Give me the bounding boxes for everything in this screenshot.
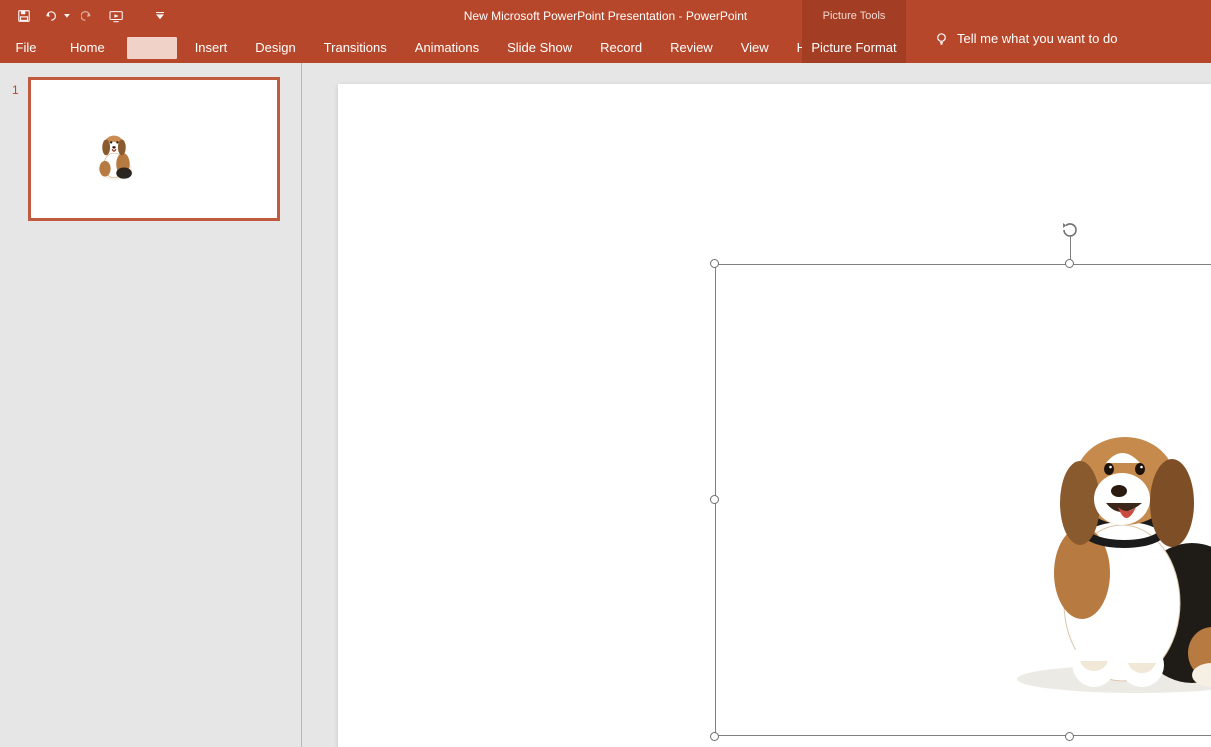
tab-animations[interactable]: Animations xyxy=(401,31,493,63)
qat-customize-icon[interactable] xyxy=(150,6,170,26)
ribbon-tabs: File Home Insert Design Transitions Anim… xyxy=(0,31,1211,63)
tab-home-label: Home xyxy=(70,40,105,55)
slide-thumbnail-1[interactable] xyxy=(29,78,279,220)
tab-home[interactable]: Home xyxy=(52,31,123,63)
work-area: 1 xyxy=(0,63,1211,747)
ribbon: File Home Insert Design Transitions Anim… xyxy=(0,31,1211,63)
tab-view[interactable]: View xyxy=(727,31,783,63)
tab-slide-show[interactable]: Slide Show xyxy=(493,31,586,63)
tab-review-label: Review xyxy=(670,40,713,55)
tab-file-label: File xyxy=(16,40,37,55)
title-bar: New Microsoft PowerPoint Presentation - … xyxy=(0,0,1211,31)
dog-image[interactable] xyxy=(1002,403,1211,693)
tab-animations-label: Animations xyxy=(415,40,479,55)
tab-insert-label: Insert xyxy=(195,40,228,55)
tab-picture-format-label: Picture Format xyxy=(811,40,896,55)
tab-record-label: Record xyxy=(600,40,642,55)
redo-icon[interactable] xyxy=(78,6,98,26)
tab-insert[interactable]: Insert xyxy=(181,31,242,63)
undo-icon[interactable] xyxy=(42,6,70,26)
window-title: New Microsoft PowerPoint Presentation - … xyxy=(0,9,1211,23)
tab-picture-format[interactable]: Picture Format xyxy=(802,31,906,63)
tab-unknown[interactable] xyxy=(127,37,177,59)
tab-design[interactable]: Design xyxy=(241,31,309,63)
start-from-beginning-icon[interactable] xyxy=(106,6,128,26)
dog-image-thumb xyxy=(85,125,143,181)
tab-review[interactable]: Review xyxy=(656,31,727,63)
tab-view-label: View xyxy=(741,40,769,55)
tab-transitions-label: Transitions xyxy=(324,40,387,55)
tab-design-label: Design xyxy=(255,40,295,55)
app-name: PowerPoint xyxy=(686,9,747,23)
save-icon[interactable] xyxy=(14,6,34,26)
slide-thumbnail-pane[interactable]: 1 xyxy=(0,63,302,747)
slide-edit-pane[interactable] xyxy=(302,63,1211,747)
slide-number-1: 1 xyxy=(12,83,19,97)
document-title: New Microsoft PowerPoint Presentation xyxy=(464,9,675,23)
quick-access-toolbar xyxy=(0,0,170,31)
tab-transitions[interactable]: Transitions xyxy=(310,31,401,63)
tab-record[interactable]: Record xyxy=(586,31,656,63)
tab-slide-show-label: Slide Show xyxy=(507,40,572,55)
contextual-tab-picture-tools: Picture Tools xyxy=(802,0,906,31)
contextual-tab-label: Picture Tools xyxy=(823,10,886,22)
tell-me[interactable]: Tell me what you want to do xyxy=(916,31,1117,46)
tell-me-placeholder: Tell me what you want to do xyxy=(957,31,1117,46)
lightbulb-icon xyxy=(934,31,949,46)
title-separator: - xyxy=(675,9,686,23)
tab-file[interactable]: File xyxy=(0,31,52,63)
